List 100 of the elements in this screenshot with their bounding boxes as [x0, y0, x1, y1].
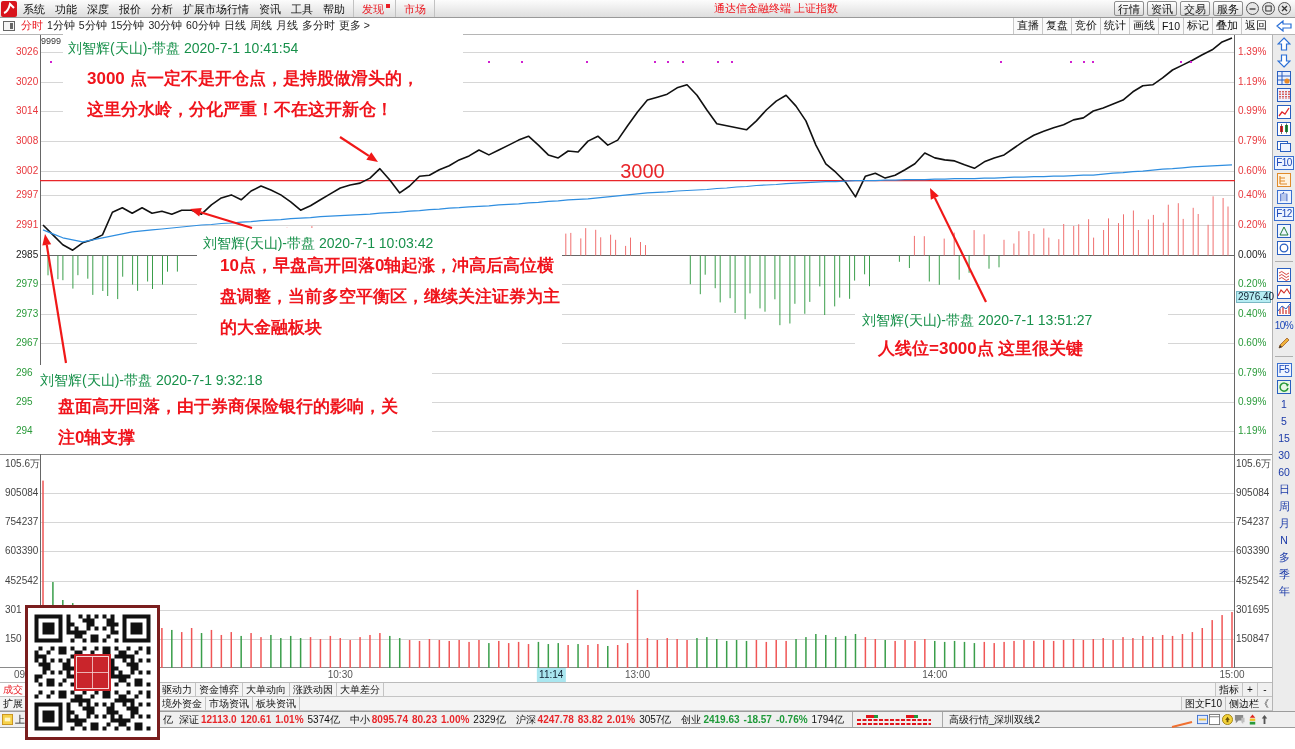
title-bar-button[interactable]: 服务 — [1213, 1, 1243, 16]
menu-item[interactable]: 帮助 — [318, 0, 350, 17]
arrow-left-icon[interactable] — [1276, 20, 1292, 32]
table-icon[interactable] — [1277, 70, 1291, 85]
period-button[interactable]: 1 — [1281, 396, 1287, 411]
chart-box-icon[interactable] — [1277, 223, 1291, 238]
maximize-icon[interactable] — [1262, 2, 1275, 15]
sidebar-key-button[interactable]: F12 — [1274, 206, 1294, 221]
period-button[interactable]: 30 — [1278, 447, 1290, 462]
arrow-down-icon[interactable] — [1277, 53, 1291, 68]
menu-item[interactable]: 系统 — [18, 0, 50, 17]
app-logo-icon[interactable] — [1, 0, 17, 17]
sidebar-key-button[interactable]: 自 — [1276, 189, 1292, 204]
title-bar-button[interactable]: 资讯 — [1147, 1, 1177, 16]
tool-button[interactable]: 标记 — [1183, 18, 1212, 34]
panel-button[interactable]: 指标 — [1215, 683, 1242, 696]
index-turnover: 1794亿 — [811, 712, 844, 727]
tool-button[interactable]: 直播 — [1012, 18, 1042, 34]
volume-bar — [765, 641, 768, 668]
note-text: 盘面高开回落，由于券商保险银行的影响，关 注0轴支撑 — [58, 396, 398, 449]
panel-toggle-icon[interactable] — [3, 21, 15, 31]
period-button[interactable]: 多 — [1278, 549, 1290, 564]
corner-label: 9999 — [41, 36, 62, 46]
panel-tab[interactable]: 大单动向 — [243, 683, 290, 696]
period-tab[interactable]: 15分钟 — [108, 19, 147, 33]
axis-label: 301 — [5, 603, 22, 616]
panel-tab[interactable]: 成交 — [0, 683, 27, 696]
index-turnover: 2329亿 — [473, 712, 506, 727]
period-button[interactable]: N — [1280, 532, 1288, 547]
period-tab[interactable]: 更多 > — [336, 19, 372, 33]
panel-tab[interactable]: 市场资讯 — [206, 697, 253, 710]
panel-tab[interactable]: 板块资讯 — [253, 697, 300, 710]
coin-icon[interactable] — [1221, 714, 1233, 725]
panel-tab[interactable]: 涨跌动因 — [290, 683, 337, 696]
period-tab[interactable]: 周线 — [247, 19, 274, 33]
panel-button[interactable]: 侧边栏《 — [1225, 697, 1272, 710]
period-button[interactable]: 周 — [1278, 498, 1290, 513]
panel-tab[interactable]: 大单差分 — [337, 683, 384, 696]
period-button[interactable]: 月 — [1278, 515, 1290, 530]
tool-button[interactable]: 统计 — [1099, 18, 1129, 34]
period-tab[interactable]: 1分钟 — [45, 19, 77, 33]
tool-button[interactable]: 返回 — [1241, 18, 1270, 34]
axis-label: 603390 — [5, 545, 39, 558]
wave-lines-icon[interactable] — [1277, 267, 1291, 282]
arrow-up-icon[interactable] — [1259, 714, 1270, 725]
period-tab[interactable]: 多分时 — [299, 19, 337, 33]
menu-item[interactable]: 资讯 — [254, 0, 286, 17]
window-icon[interactable] — [1209, 714, 1220, 725]
panel-button[interactable]: - — [1257, 683, 1272, 696]
windows-icon[interactable] — [1277, 138, 1291, 153]
period-tab[interactable]: 月线 — [273, 19, 300, 33]
period-tab[interactable]: 30分钟 — [146, 19, 185, 33]
period-button[interactable]: 5 — [1281, 413, 1287, 428]
period-button[interactable]: 年 — [1278, 583, 1290, 598]
dot-grid-icon[interactable] — [1277, 87, 1291, 102]
menu-item[interactable]: 工具 — [286, 0, 318, 17]
title-bar-button[interactable]: 交易 — [1180, 1, 1210, 16]
panel-button[interactable]: + — [1242, 683, 1257, 696]
circle-icon[interactable] — [1277, 240, 1291, 255]
period-button[interactable]: 季 — [1278, 566, 1290, 581]
panel-tab[interactable]: 资金博弈 — [196, 683, 243, 696]
sidebar-key-button[interactable]: F10 — [1274, 155, 1294, 170]
area-chart-icon[interactable] — [1277, 284, 1291, 299]
tool-button[interactable]: 叠加 — [1212, 18, 1241, 34]
period-button[interactable]: 日 — [1278, 481, 1290, 496]
period-button[interactable]: 15 — [1278, 430, 1290, 445]
tool-button[interactable]: 竞价 — [1070, 18, 1100, 34]
index-turnover: 5374亿 — [307, 712, 340, 727]
bar-line-icon[interactable] — [1277, 301, 1291, 316]
chat-icon[interactable] — [1234, 714, 1245, 725]
tool-button[interactable]: F10 — [1157, 18, 1183, 34]
menu-link[interactable]: 市场 — [399, 0, 431, 17]
sidebar-key-button[interactable]: F5 — [1276, 362, 1292, 377]
menu-item[interactable]: 分析 — [146, 0, 178, 17]
square-icon[interactable] — [2, 714, 13, 725]
menu-item[interactable]: 深度 — [82, 0, 114, 17]
menu-item[interactable]: 扩展市场行情 — [178, 0, 254, 17]
sidebar-text-button[interactable]: 10% — [1274, 320, 1294, 331]
period-tab[interactable]: 5分钟 — [76, 19, 109, 33]
period-tab[interactable]: 分时 — [19, 19, 45, 33]
period-button[interactable]: 60 — [1278, 464, 1290, 479]
menu-item[interactable]: 功能 — [50, 0, 82, 17]
pencil-icon[interactable] — [1277, 335, 1291, 350]
status-text: 上 — [15, 712, 25, 727]
arrow-up-icon[interactable] — [1277, 36, 1291, 51]
period-tab[interactable]: 60分钟 — [184, 19, 222, 33]
minimize-icon[interactable] — [1246, 2, 1259, 15]
menu-link[interactable]: 发现 — [357, 0, 389, 17]
tool-button[interactable]: 复盘 — [1041, 18, 1071, 34]
candlestick-icon[interactable] — [1277, 121, 1291, 136]
monitor-icon[interactable] — [1196, 714, 1208, 725]
line-chart-icon[interactable] — [1277, 104, 1291, 119]
panel-button[interactable]: 图文F10 — [1180, 697, 1225, 710]
close-icon[interactable] — [1278, 2, 1291, 15]
tool-button[interactable]: 画线 — [1128, 18, 1158, 34]
period-tab[interactable]: 日线 — [221, 19, 248, 33]
refresh-icon[interactable] — [1277, 379, 1291, 394]
volume-bar — [299, 638, 302, 668]
title-bar-button[interactable]: 行情 — [1114, 1, 1144, 16]
menu-item[interactable]: 报价 — [114, 0, 146, 17]
